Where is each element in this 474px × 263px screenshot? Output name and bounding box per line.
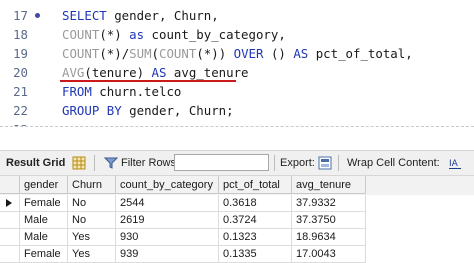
column-header-gender[interactable]: gender bbox=[20, 176, 68, 194]
code-line[interactable]: 17 SELECT gender, Churn, bbox=[0, 6, 474, 25]
line-number: 18 bbox=[13, 27, 28, 42]
sql-keyword: FROM bbox=[62, 84, 92, 99]
row-marker bbox=[0, 229, 20, 246]
sql-keyword: OVER bbox=[233, 46, 264, 61]
code-line[interactable]: 22 GROUP BY gender, Churn; bbox=[0, 101, 474, 120]
grid-icon[interactable] bbox=[72, 156, 86, 170]
line-number: 22 bbox=[13, 103, 28, 118]
code-line[interactable]: 18 COUNT(*) as count_by_category, bbox=[0, 25, 474, 44]
cell-churn[interactable]: No bbox=[68, 212, 116, 229]
cell-gender[interactable]: Female bbox=[20, 246, 68, 263]
wrap-cell-content-label: Wrap Cell Content: bbox=[347, 157, 440, 169]
sql-text: gender, Churn; bbox=[121, 103, 234, 118]
sql-text: (tenure) bbox=[84, 65, 152, 80]
column-header-count-by-category[interactable]: count_by_category bbox=[116, 176, 219, 194]
sql-text: gender, Churn, bbox=[106, 8, 219, 23]
svg-text:IA: IA bbox=[449, 159, 459, 169]
column-header-avg-tenure[interactable]: avg_tenure bbox=[292, 176, 366, 194]
cell-pct-of-total[interactable]: 0.1335 bbox=[219, 246, 292, 263]
filter-rows-label: Filter Rows: bbox=[121, 157, 180, 169]
sql-text: () bbox=[263, 46, 294, 61]
sql-keyword: AS bbox=[293, 46, 309, 61]
cell-avg-tenure[interactable]: 37.3750 bbox=[292, 212, 366, 229]
cell-count-by-category[interactable]: 2544 bbox=[116, 195, 219, 212]
table-row[interactable]: Male No 2619 0.3724 37.3750 bbox=[0, 212, 474, 229]
grid-header: gender Churn count_by_category pct_of_to… bbox=[0, 176, 474, 195]
cell-gender[interactable]: Male bbox=[20, 229, 68, 246]
table-row[interactable]: Female Yes 939 0.1335 17.0043 bbox=[0, 246, 474, 263]
current-row-arrow-icon bbox=[6, 199, 12, 207]
sql-function: COUNT bbox=[62, 27, 100, 42]
sql-function: COUNT bbox=[62, 46, 100, 61]
cell-pct-of-total[interactable]: 0.3724 bbox=[219, 212, 292, 229]
code-text[interactable]: COUNT(*)/SUM(COUNT(*)) OVER () AS pct_of… bbox=[62, 44, 413, 63]
column-header-pct-of-total[interactable]: pct_of_total bbox=[219, 176, 292, 194]
code-text[interactable]: FROM churn.telco bbox=[62, 82, 181, 101]
cell-count-by-category[interactable]: 2619 bbox=[116, 212, 219, 229]
row-marker bbox=[0, 212, 20, 229]
sql-text: (*)) bbox=[196, 46, 234, 61]
column-header-churn[interactable]: Churn bbox=[68, 176, 116, 194]
code-text[interactable]: GROUP BY gender, Churn; bbox=[62, 101, 234, 120]
export-icon[interactable] bbox=[318, 156, 332, 170]
filter-icon bbox=[104, 157, 118, 169]
line-number: 19 bbox=[13, 46, 28, 61]
wrap-text-icon[interactable]: IA bbox=[448, 156, 462, 170]
cell-pct-of-total[interactable]: 0.1323 bbox=[219, 229, 292, 246]
cell-avg-tenure[interactable]: 37.9332 bbox=[292, 195, 366, 212]
sql-text: (*)/ bbox=[99, 46, 130, 61]
toolbar-separator bbox=[338, 155, 339, 171]
code-text[interactable]: COUNT(*) as count_by_category, bbox=[62, 25, 286, 44]
row-marker bbox=[0, 246, 20, 263]
sql-text: (*) bbox=[99, 27, 130, 42]
sql-text: churn.telco bbox=[91, 84, 182, 99]
line-number: 17 bbox=[13, 8, 28, 23]
toolbar-separator bbox=[94, 155, 95, 171]
cell-gender[interactable]: Male bbox=[20, 212, 68, 229]
result-toolbar: Result Grid Filter Rows: Export: Wrap Ce… bbox=[0, 150, 474, 176]
sql-function: AVG bbox=[62, 65, 85, 80]
code-line[interactable]: 19 COUNT(*)/SUM(COUNT(*)) OVER () AS pct_… bbox=[0, 44, 474, 63]
cell-count-by-category[interactable]: 930 bbox=[116, 229, 219, 246]
sql-text: count_by_category, bbox=[144, 27, 286, 42]
cell-count-by-category[interactable]: 939 bbox=[116, 246, 219, 263]
sql-text: pct_of_total, bbox=[308, 46, 413, 61]
sql-keyword: as bbox=[129, 27, 145, 42]
row-marker-header bbox=[0, 176, 20, 194]
result-grid[interactable]: gender Churn count_by_category pct_of_to… bbox=[0, 176, 474, 263]
fold-marker-icon[interactable] bbox=[35, 13, 40, 18]
cell-avg-tenure[interactable]: 18.9634 bbox=[292, 229, 366, 246]
sql-function: COUNT bbox=[159, 46, 197, 61]
toolbar-separator bbox=[274, 155, 275, 171]
code-text[interactable]: SELECT gender, Churn, bbox=[62, 6, 219, 25]
sql-keyword: AS bbox=[151, 65, 167, 80]
table-row[interactable]: Female No 2544 0.3618 37.9332 bbox=[0, 195, 474, 212]
cell-avg-tenure[interactable]: 17.0043 bbox=[292, 246, 366, 263]
sql-text: avg_tenure bbox=[166, 65, 249, 80]
sql-function: SUM bbox=[129, 46, 152, 61]
filter-rows-input[interactable] bbox=[174, 154, 269, 171]
red-underline-annotation bbox=[60, 80, 236, 82]
code-line[interactable]: 21 FROM churn.telco bbox=[0, 82, 474, 101]
editor-divider bbox=[0, 126, 474, 137]
export-label: Export: bbox=[280, 157, 315, 169]
sql-keyword: GROUP BY bbox=[62, 103, 122, 118]
cell-churn[interactable]: No bbox=[68, 195, 116, 212]
cell-gender[interactable]: Female bbox=[20, 195, 68, 212]
cell-churn[interactable]: Yes bbox=[68, 229, 116, 246]
cell-pct-of-total[interactable]: 0.3618 bbox=[219, 195, 292, 212]
line-number: 20 bbox=[13, 65, 28, 80]
cell-churn[interactable]: Yes bbox=[68, 246, 116, 263]
sql-text: ( bbox=[151, 46, 160, 61]
sql-keyword: SELECT bbox=[62, 8, 107, 23]
row-marker bbox=[0, 195, 20, 212]
sql-editor[interactable]: 17 SELECT gender, Churn, 18 COUNT(*) as cou… bbox=[0, 0, 474, 137]
line-number: 21 bbox=[13, 84, 28, 99]
result-grid-tab[interactable]: Result Grid bbox=[6, 151, 65, 175]
table-row[interactable]: Male Yes 930 0.1323 18.9634 bbox=[0, 229, 474, 246]
